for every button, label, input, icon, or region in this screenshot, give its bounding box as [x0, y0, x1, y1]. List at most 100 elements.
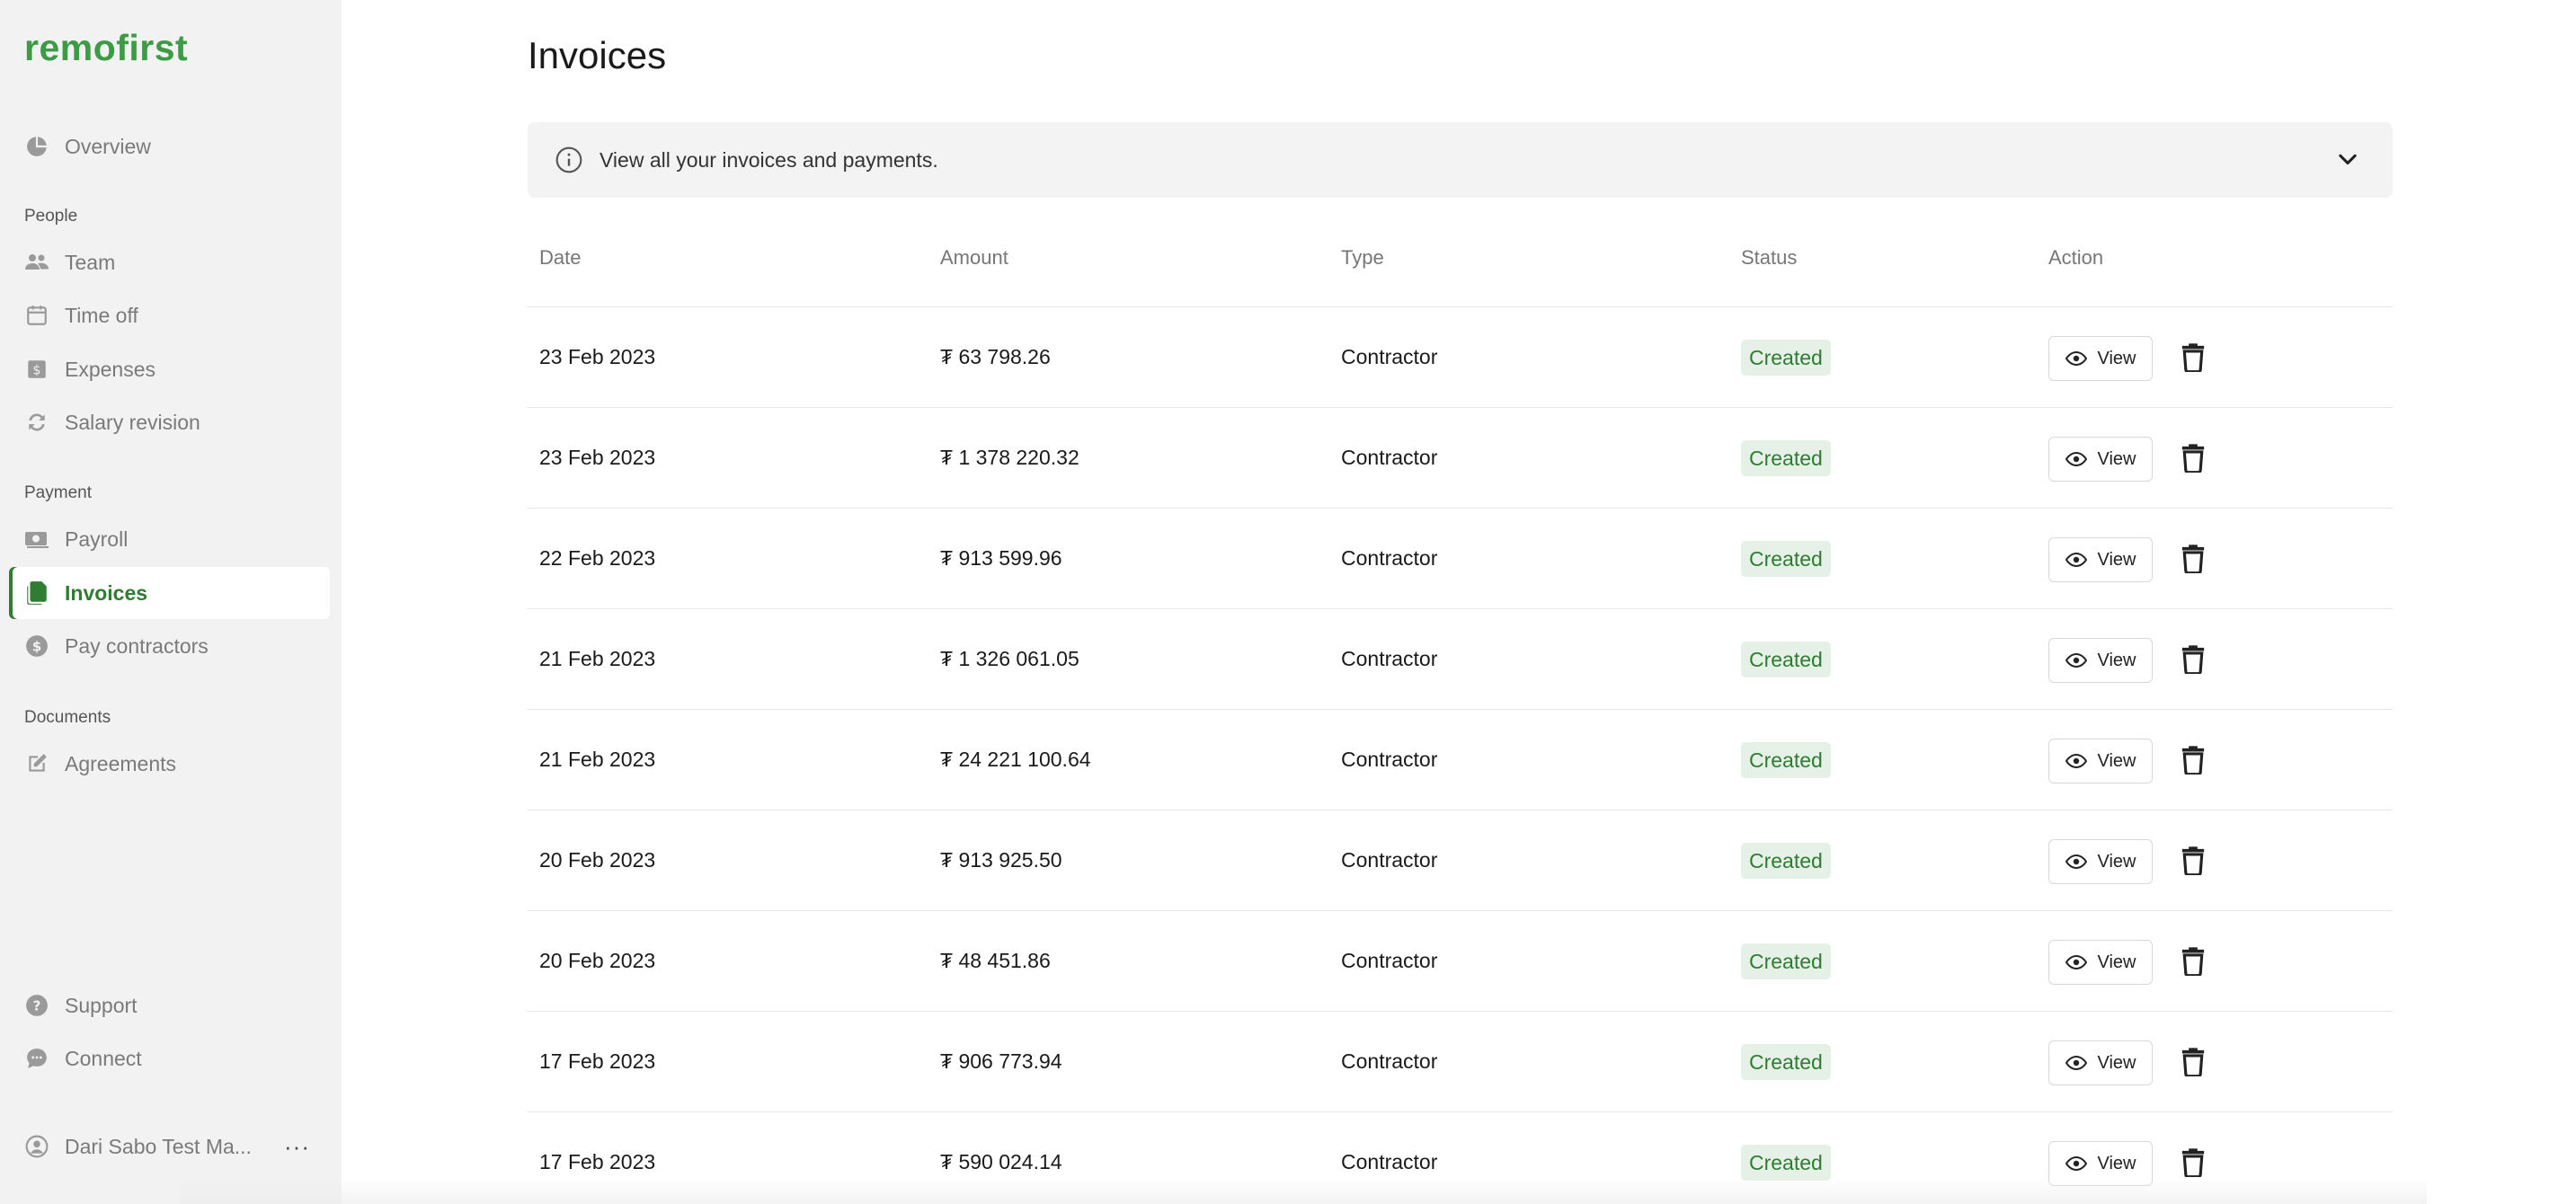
sidebar-item-label: Salary revision [65, 410, 200, 434]
status-badge: Created [1741, 1044, 1831, 1080]
sidebar-item-agreements[interactable]: Agreements [9, 738, 330, 790]
invoice-date: 23 Feb 2023 [539, 345, 656, 368]
view-button[interactable]: View [2048, 336, 2153, 381]
invoice-date: 20 Feb 2023 [539, 949, 656, 972]
sidebar-item-payroll[interactable]: Payroll [9, 513, 330, 565]
status-badge: Created [1741, 642, 1831, 677]
sidebar-item-label: Overview [65, 134, 151, 158]
info-banner[interactable]: View all your invoices and payments. [528, 122, 2393, 198]
status-badge: Created [1741, 541, 1831, 577]
sidebar-item-overview[interactable]: Overview [9, 120, 330, 173]
table-row: 17 Feb 2023 ₮ 906 773.94 Contractor Created… [528, 1012, 2393, 1112]
eye-icon [2065, 1052, 2087, 1074]
trash-icon[interactable] [2180, 643, 2207, 676]
status-badge: Created [1741, 340, 1831, 376]
invoice-amount: ₮ 1 378 220.32 [940, 446, 1079, 469]
invoice-type: Contractor [1341, 1150, 1438, 1173]
invoice-date: 20 Feb 2023 [539, 848, 656, 872]
view-button[interactable]: View [2048, 537, 2153, 582]
invoice-type: Contractor [1341, 546, 1438, 570]
trash-icon[interactable] [2180, 442, 2207, 474]
more-options-icon[interactable]: ··· [284, 1133, 310, 1161]
invoice-amount: ₮ 48 451.86 [940, 949, 1051, 972]
view-label: View [2097, 448, 2136, 469]
view-label: View [2097, 750, 2136, 771]
invoice-date: 17 Feb 2023 [539, 1150, 656, 1173]
dollar-icon: $ [24, 633, 49, 659]
eye-icon [2065, 750, 2087, 772]
status-badge: Created [1741, 440, 1831, 476]
invoice-amount: ₮ 1 326 061.05 [940, 647, 1079, 670]
table-body: 23 Feb 2023 ₮ 63 798.26 Contractor Created V… [528, 307, 2393, 1204]
invoice-amount: ₮ 24 221 100.64 [940, 748, 1091, 771]
svg-text:$: $ [33, 363, 41, 377]
invoice-type: Contractor [1341, 647, 1438, 670]
status-badge: Created [1741, 742, 1831, 778]
sidebar-item-label: Payroll [65, 527, 129, 551]
sidebar: remofirst Overview People Team Time off … [0, 0, 342, 1204]
user-icon [24, 1134, 49, 1159]
trash-icon[interactable] [2180, 1146, 2207, 1179]
trash-icon[interactable] [2180, 744, 2207, 776]
table-row: 21 Feb 2023 ₮ 24 221 100.64 Contractor Crea… [528, 710, 2393, 810]
sidebar-item-pay-contractors[interactable]: $ Pay contractors [9, 620, 330, 672]
sidebar-item-salary-revision[interactable]: Salary revision [9, 396, 330, 448]
invoices-table: Date Amount Type Status Action 23 Feb 20… [528, 216, 2393, 1204]
sidebar-item-support[interactable]: ? Support [9, 979, 330, 1031]
view-label: View [2097, 549, 2136, 570]
sidebar-item-invoices[interactable]: Invoices [9, 567, 330, 619]
sidebar-item-team[interactable]: Team [9, 236, 330, 288]
invoice-date: 21 Feb 2023 [539, 647, 656, 670]
view-label: View [2097, 1153, 2136, 1173]
invoice-date: 17 Feb 2023 [539, 1049, 656, 1073]
user-profile[interactable]: Dari Sabo Test Ma... ··· [9, 1120, 330, 1173]
sidebar-item-label: Support [65, 993, 138, 1017]
table-row: 22 Feb 2023 ₮ 913 599.96 Contractor Created… [528, 509, 2393, 609]
invoice-amount: ₮ 913 925.50 [940, 848, 1062, 872]
trash-icon[interactable] [2180, 1046, 2207, 1078]
sidebar-item-label: Agreements [65, 751, 177, 775]
team-icon [24, 250, 49, 275]
chevron-down-icon[interactable] [2335, 147, 2360, 173]
column-header-amount[interactable]: Amount [940, 246, 1008, 270]
view-button[interactable]: View [2048, 1040, 2153, 1085]
invoice-type: Contractor [1341, 1049, 1438, 1073]
trash-icon[interactable] [2180, 341, 2207, 374]
eye-icon [2065, 549, 2087, 571]
table-row: 23 Feb 2023 ₮ 63 798.26 Contractor Created V… [528, 307, 2393, 408]
column-header-status[interactable]: Status [1741, 246, 1797, 270]
section-label-payment: Payment [24, 483, 92, 502]
sidebar-item-time-off[interactable]: Time off [9, 289, 330, 341]
column-header-date[interactable]: Date [539, 246, 581, 270]
column-header-type[interactable]: Type [1341, 246, 1384, 270]
invoice-type: Contractor [1341, 345, 1438, 368]
user-name: Dari Sabo Test Ma... [65, 1134, 252, 1158]
sidebar-item-label: Invoices [65, 580, 148, 605]
sidebar-item-label: Expenses [65, 357, 156, 381]
calendar-icon [24, 303, 49, 328]
remofirst-logo[interactable]: remofirst [24, 27, 188, 69]
trash-icon[interactable] [2180, 845, 2207, 877]
trash-icon[interactable] [2180, 945, 2207, 978]
view-button[interactable]: View [2048, 638, 2153, 683]
sidebar-item-expenses[interactable]: $ Expenses [9, 343, 330, 395]
eye-icon [2065, 448, 2087, 470]
view-button[interactable]: View [2048, 839, 2153, 884]
receipt-icon: $ [24, 357, 49, 382]
status-badge: Created [1741, 943, 1831, 979]
eye-icon [2065, 348, 2087, 369]
trash-icon[interactable] [2180, 543, 2207, 575]
view-button[interactable]: View [2048, 437, 2153, 482]
svg-text:$: $ [32, 638, 42, 654]
view-button[interactable]: View [2048, 739, 2153, 783]
view-button[interactable]: View [2048, 1141, 2153, 1186]
view-label: View [2097, 952, 2136, 972]
sidebar-item-label: Connect [65, 1046, 142, 1070]
view-button[interactable]: View [2048, 940, 2153, 985]
invoice-type: Contractor [1341, 446, 1438, 469]
invoice-type: Contractor [1341, 848, 1438, 872]
pie-chart-icon [24, 134, 49, 159]
page-title: Invoices [528, 34, 667, 76]
documents-icon [24, 580, 49, 606]
sidebar-item-connect[interactable]: Connect [9, 1032, 330, 1084]
